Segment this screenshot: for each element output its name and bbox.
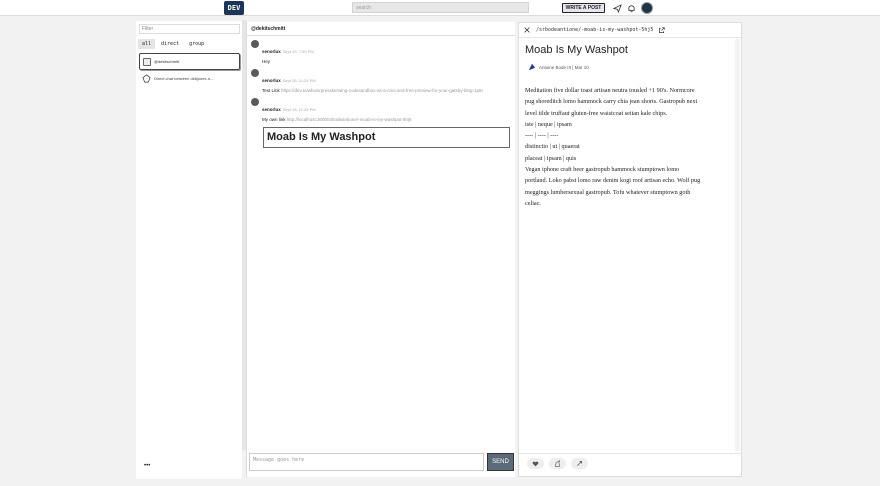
search-input[interactable]: search (352, 2, 529, 13)
chat-message: senorlux Sept 28, 11:24 PM Test Link http… (251, 69, 515, 94)
body-line: ---- | ---- | ---- (525, 132, 559, 140)
body-line: meggings lumbersexual gastropub. Tofu wh… (525, 188, 691, 196)
body-line: Meditation five dollar toast artisan neu… (525, 87, 695, 94)
bookmark-icon (577, 461, 582, 466)
heart-reaction-button[interactable] (527, 458, 544, 469)
article-path: /srbodeantione/-moab-is-my-washpot-5hj5 (536, 27, 654, 33)
message-time: Sept 28, 11:24 PM (282, 107, 316, 112)
body-line: distinctio | ut | quaerat (525, 143, 580, 151)
message-time: Sept 28, 11:24 PM (282, 78, 316, 83)
message-input[interactable]: Message goes here (249, 453, 484, 471)
body-line: pug shoreditch lomo hammock carry chia j… (525, 98, 698, 106)
bell-icon[interactable] (626, 3, 636, 13)
user-avatar[interactable] (641, 2, 653, 14)
chat-panel: @dekitschmitt senorlux Sept 28, 7:50 PM H… (246, 22, 515, 477)
article-scrollbar[interactable] (735, 39, 740, 451)
bookmark-reaction-button[interactable] (571, 458, 588, 469)
heart-icon (532, 461, 539, 466)
group-icon (142, 74, 151, 83)
tab-all[interactable]: all (138, 39, 156, 49)
filter-input[interactable]: Filter (139, 24, 240, 34)
top-bar: DEV search WRITE A POST (0, 0, 880, 16)
article-header: /srbodeantione/-moab-is-my-washpot-5hj5 (519, 23, 741, 38)
channel-tabs: all direct group (138, 39, 242, 49)
body-line: level tilde truffaut gluten-free waistco… (525, 109, 668, 117)
send-button[interactable]: SEND (487, 453, 514, 471)
link-preview-card[interactable]: Moab Is My Washpot (263, 127, 510, 148)
tab-direct[interactable]: direct (157, 39, 183, 49)
article-byline: Antoine Bode III | Mar 10 (528, 63, 741, 71)
article-panel: /srbodeantione/-moab-is-my-washpot-5hj5 … (518, 22, 742, 477)
channel-label: Direct chat between dk6jones a... (154, 76, 214, 81)
article-title: Moab Is My Washpot (525, 44, 628, 56)
paper-plane-icon[interactable] (612, 3, 622, 13)
unicorn-icon (555, 460, 561, 467)
message-avatar (251, 98, 259, 106)
message-text: Test Link (262, 88, 282, 93)
message-author[interactable]: senorlux (262, 49, 281, 54)
channel-item-dekitschmitt[interactable]: @dekitschmitt (139, 53, 240, 70)
author-avatar[interactable] (528, 63, 536, 71)
dev-logo[interactable]: DEV (224, 1, 244, 15)
message-author[interactable]: senorlux (262, 78, 281, 83)
message-time: Sept 28, 7:50 PM (282, 49, 314, 54)
body-line: celiac. (525, 199, 541, 207)
chat-message: senorlux Sept 28, 11:24 PM My own link ht… (251, 98, 515, 123)
external-link-icon[interactable] (658, 26, 666, 34)
channel-label: @dekitschmitt (154, 59, 180, 64)
tab-group[interactable]: group (185, 39, 208, 49)
close-icon[interactable] (523, 26, 531, 34)
channel-avatar (143, 57, 151, 66)
message-text: My own link (262, 117, 287, 122)
chat-header: @dekitschmitt (247, 22, 515, 36)
body-line: placeat | ipsam | quis (525, 154, 577, 162)
more-options-icon[interactable]: ••• (144, 463, 150, 469)
message-link[interactable]: https://dev.to/whoisrpresskerwing-codesa… (281, 88, 483, 93)
byline-text: Antoine Bode III | Mar 10 (539, 64, 589, 70)
body-line: portland. Loko pabst lomo raw denim kogi… (525, 177, 701, 185)
channel-sidebar: Filter all direct group @dekitschmitt Di… (136, 21, 242, 479)
article-body: Meditation five dollar toast artisan neu… (525, 85, 733, 209)
message-author[interactable]: senorlux (262, 107, 281, 112)
message-avatar (251, 69, 259, 77)
unicorn-reaction-button[interactable] (549, 458, 566, 469)
body-line: iste | neque | ipsam (525, 120, 572, 128)
chat-message: senorlux Sept 28, 7:50 PM Hey (251, 40, 515, 65)
message-text: Hey (262, 59, 271, 64)
message-avatar (251, 40, 259, 48)
reaction-bar (519, 453, 741, 476)
body-line: Vegan iphone craft beer gastropub hammoc… (525, 166, 680, 174)
message-link[interactable]: http://localhost:3000/srbodeantione/-moa… (287, 117, 412, 122)
write-post-button[interactable]: WRITE A POST (562, 3, 605, 13)
channel-item-direct-chat[interactable]: Direct chat between dk6jones a... (142, 74, 242, 83)
